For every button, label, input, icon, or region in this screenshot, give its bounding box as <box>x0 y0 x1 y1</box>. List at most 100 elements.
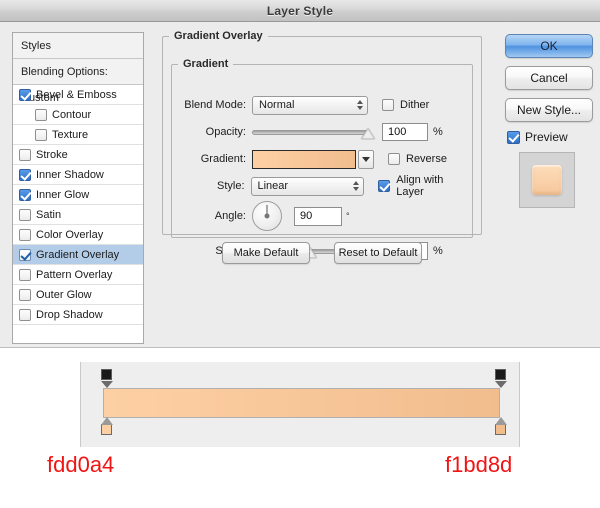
checkbox-pattern-overlay[interactable] <box>19 268 31 281</box>
sidebar-item-stroke[interactable]: Stroke <box>13 145 143 165</box>
sidebar-item-satin[interactable]: Satin <box>13 205 143 225</box>
checkbox-drop-shadow[interactable] <box>19 308 31 321</box>
preview-label: Preview <box>525 130 568 144</box>
chevron-down-icon <box>362 156 370 162</box>
gradient-legend: Gradient <box>183 58 229 70</box>
updown-arrows-icon <box>355 98 364 112</box>
cancel-button[interactable]: Cancel <box>505 66 593 90</box>
checkbox-preview[interactable] <box>507 130 520 144</box>
reverse-label: Reverse <box>406 153 447 165</box>
align-with-layer-label: Align with Layer <box>396 174 444 198</box>
blend-mode-row: Blend Mode: Normal Dither <box>172 95 429 115</box>
gradient-label: Gradient: <box>200 153 246 165</box>
sidebar-item-label: Contour <box>52 108 92 121</box>
dither-checkbox-row[interactable]: Dither <box>382 99 429 111</box>
angle-dial[interactable] <box>252 201 282 231</box>
sidebar-item-label: Outer Glow <box>36 288 92 301</box>
sidebar-item-color-overlay[interactable]: Color Overlay <box>13 225 143 245</box>
scale-unit: % <box>433 245 443 257</box>
sidebar-item-label: Gradient Overlay <box>36 248 120 261</box>
align-with-layer-row[interactable]: Align with Layer <box>378 174 472 198</box>
checkbox-satin[interactable] <box>19 208 31 221</box>
checkbox-color-overlay[interactable] <box>19 228 31 241</box>
angle-input[interactable]: 90 <box>294 206 342 226</box>
opacity-stop-right[interactable] <box>495 369 507 388</box>
reverse-checkbox-row[interactable]: Reverse <box>388 153 447 165</box>
dialog-title: Layer Style <box>266 3 334 18</box>
checkbox-inner-shadow[interactable] <box>19 168 31 181</box>
sidebar-item-label: Drop Shadow <box>36 308 103 321</box>
sidebar-item-label: Texture <box>52 128 89 141</box>
reset-to-default-button[interactable]: Reset to Default <box>334 242 422 264</box>
angle-unit: ° <box>346 211 350 221</box>
hex-label-right: f1bd8d <box>445 452 513 477</box>
angle-value: 90 <box>300 210 313 222</box>
sidebar-item-label: Inner Shadow <box>36 168 104 181</box>
sidebar-item-label: Pattern Overlay <box>36 268 113 281</box>
default-buttons: Make Default Reset to Default <box>222 242 422 264</box>
ok-button[interactable]: OK <box>505 34 593 58</box>
sidebar-item-gradient-overlay[interactable]: Gradient Overlay <box>13 245 143 265</box>
angle-label: Angle: <box>214 210 246 222</box>
dither-label: Dither <box>400 99 430 111</box>
styles-sidebar[interactable]: Styles Blending Options: Custom Bevel & … <box>12 32 144 344</box>
opacity-input[interactable]: 100 <box>382 123 428 141</box>
preview-checkbox-row[interactable]: Preview <box>507 130 593 144</box>
sidebar-item-label: Inner Glow <box>36 188 90 201</box>
checkbox-bevel-emboss[interactable] <box>19 88 31 101</box>
updown-arrows-icon <box>351 179 360 193</box>
checkbox-outer-glow[interactable] <box>19 288 31 301</box>
sidebar-header: Styles <box>13 33 143 59</box>
angle-dial-hub <box>264 213 270 219</box>
checkbox-align-with-layer[interactable] <box>378 180 391 192</box>
checkbox-dither[interactable] <box>382 99 394 111</box>
blend-mode-value: Normal <box>259 99 295 111</box>
dialog-titlebar[interactable]: Layer Style <box>0 0 600 22</box>
checkbox-stroke[interactable] <box>19 148 31 161</box>
gradient-overlay-panel: Gradient Overlay Gradient Blend Mode: No… <box>162 30 482 268</box>
opacity-slider-track <box>252 130 368 135</box>
sidebar-item-outer-glow[interactable]: Outer Glow <box>13 285 143 305</box>
sidebar-item-label: Satin <box>36 208 62 221</box>
style-row: Style: Linear Align with Layer <box>172 174 472 198</box>
sidebar-item-blending-options[interactable]: Blending Options: Custom <box>13 59 143 104</box>
checkbox-gradient-overlay[interactable] <box>19 248 31 261</box>
gradient-row: Gradient: Reverse <box>172 149 447 169</box>
hex-label-left: fdd0a4 <box>47 452 115 477</box>
new-style-button[interactable]: New Style... <box>505 98 593 122</box>
sidebar-item-inner-glow[interactable]: Inner Glow <box>13 185 143 205</box>
sidebar-item-drop-shadow[interactable]: Drop Shadow <box>13 305 143 325</box>
checkbox-reverse[interactable] <box>388 153 400 165</box>
layer-style-dialog: Layer Style Styles Blending Options: Cus… <box>0 0 600 348</box>
sidebar-item-label: Color Overlay <box>36 228 104 241</box>
sidebar-item-texture[interactable]: Texture <box>13 125 143 145</box>
opacity-slider[interactable] <box>252 125 375 139</box>
checkbox-contour[interactable] <box>35 108 47 121</box>
color-stop-left[interactable] <box>101 417 113 435</box>
style-preview-thumbnail <box>519 152 575 208</box>
sidebar-item-label: Bevel & Emboss <box>36 88 117 101</box>
opacity-value: 100 <box>388 126 407 138</box>
style-label: Style: <box>216 180 245 192</box>
blend-mode-label: Blend Mode: <box>184 99 246 111</box>
gradient-preset-dropdown-button[interactable] <box>358 149 374 169</box>
checkbox-texture[interactable] <box>35 128 47 141</box>
checkbox-inner-glow[interactable] <box>19 188 31 201</box>
opacity-slider-thumb[interactable] <box>361 128 375 139</box>
color-stop-right[interactable] <box>495 417 507 435</box>
gradient-editor-strip <box>80 362 520 447</box>
style-select[interactable]: Linear <box>250 176 365 196</box>
gradient-overlay-group: Gradient Overlay Gradient Blend Mode: No… <box>162 30 482 260</box>
preview-shape <box>532 165 562 195</box>
make-default-button[interactable]: Make Default <box>222 242 310 264</box>
gradient-editor-bar[interactable] <box>103 388 500 418</box>
sidebar-item-inner-shadow[interactable]: Inner Shadow <box>13 165 143 185</box>
opacity-stop-left[interactable] <box>101 369 113 388</box>
dialog-buttons-column: OK Cancel New Style... Preview <box>505 34 593 208</box>
sidebar-item-label: Stroke <box>36 148 68 161</box>
gradient-swatch[interactable] <box>252 149 356 169</box>
blend-mode-select[interactable]: Normal <box>252 95 368 115</box>
opacity-row: Opacity: 100 % <box>172 123 443 141</box>
style-value: Linear <box>257 180 289 192</box>
sidebar-item-pattern-overlay[interactable]: Pattern Overlay <box>13 265 143 285</box>
